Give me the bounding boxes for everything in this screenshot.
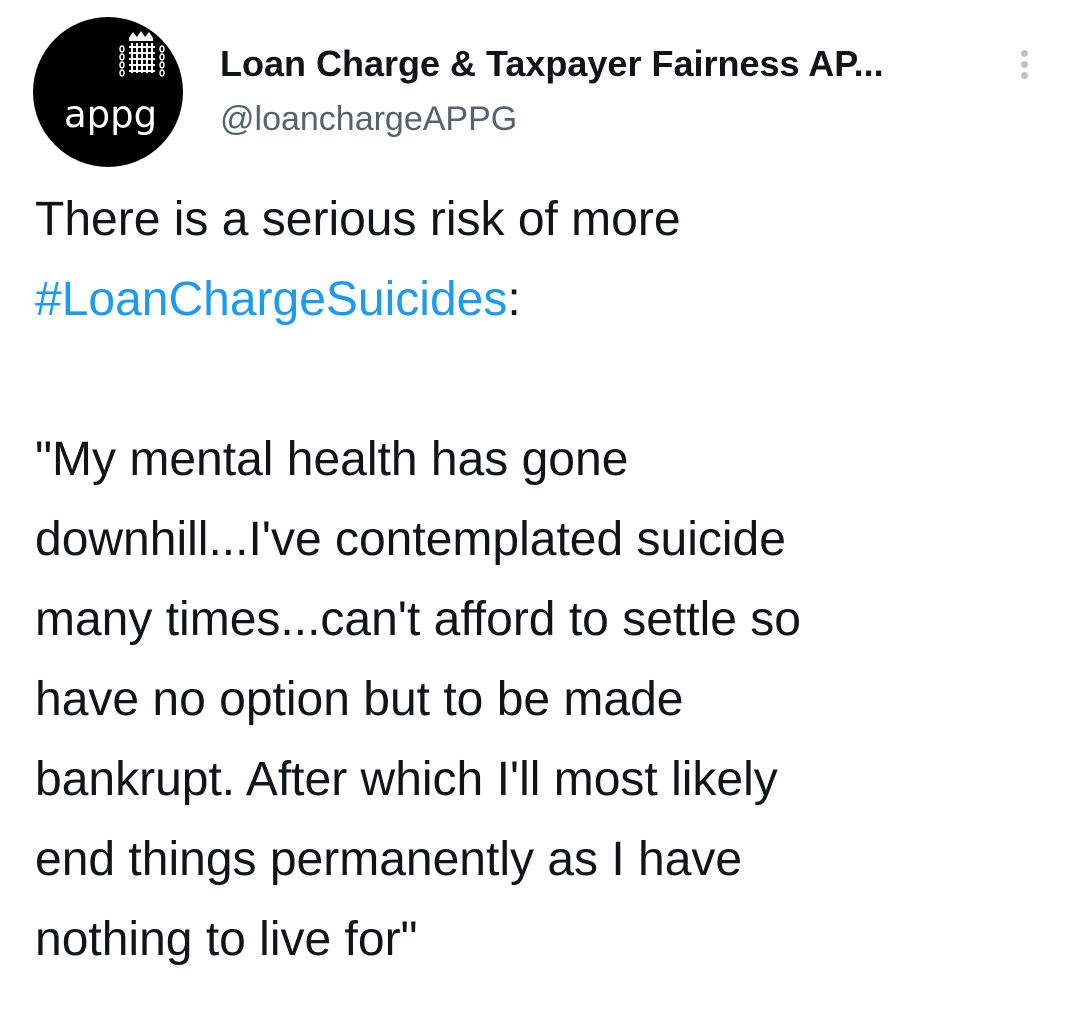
tweet-line: bankrupt. After which I'll most likely — [35, 753, 778, 806]
tweet-line: many times...can't afford to settle so — [35, 593, 801, 646]
tweet-punctuation: : — [507, 273, 521, 326]
tweet-line: "My mental health has gone — [35, 433, 629, 486]
avatar-logo-text: appg — [64, 93, 158, 136]
avatar[interactable]: appg — [33, 17, 183, 167]
hashtag-link[interactable]: #LoanChargeSuicides — [35, 273, 507, 326]
tweet-text: There is a serious risk of more #LoanCha… — [35, 180, 1055, 980]
more-dot — [1021, 72, 1028, 79]
tweet-line: nothing to live for" — [35, 913, 418, 966]
tweet-line: #LoanChargeSuicides: — [35, 260, 1055, 340]
tweet-line: downhill...I've contemplated suicide — [35, 513, 786, 566]
tweet-line: have no option but to be made — [35, 673, 684, 726]
more-vertical-icon[interactable] — [1004, 44, 1044, 84]
more-dot — [1021, 50, 1028, 57]
more-dot — [1021, 61, 1028, 68]
tweet-author: Loan Charge & Taxpayer Fairness AP... @l… — [220, 40, 1010, 142]
portcullis-logo-icon — [119, 31, 165, 77]
display-name[interactable]: Loan Charge & Taxpayer Fairness AP... — [220, 40, 1010, 88]
user-handle[interactable]: @loanchargeAPPG — [220, 96, 1010, 142]
tweet-line: end things permanently as I have — [35, 833, 743, 886]
tweet-line: There is a serious risk of more — [35, 193, 681, 246]
tweet-card: appg Loan Charge & Taxpayer Fairness AP.… — [0, 0, 1080, 1011]
